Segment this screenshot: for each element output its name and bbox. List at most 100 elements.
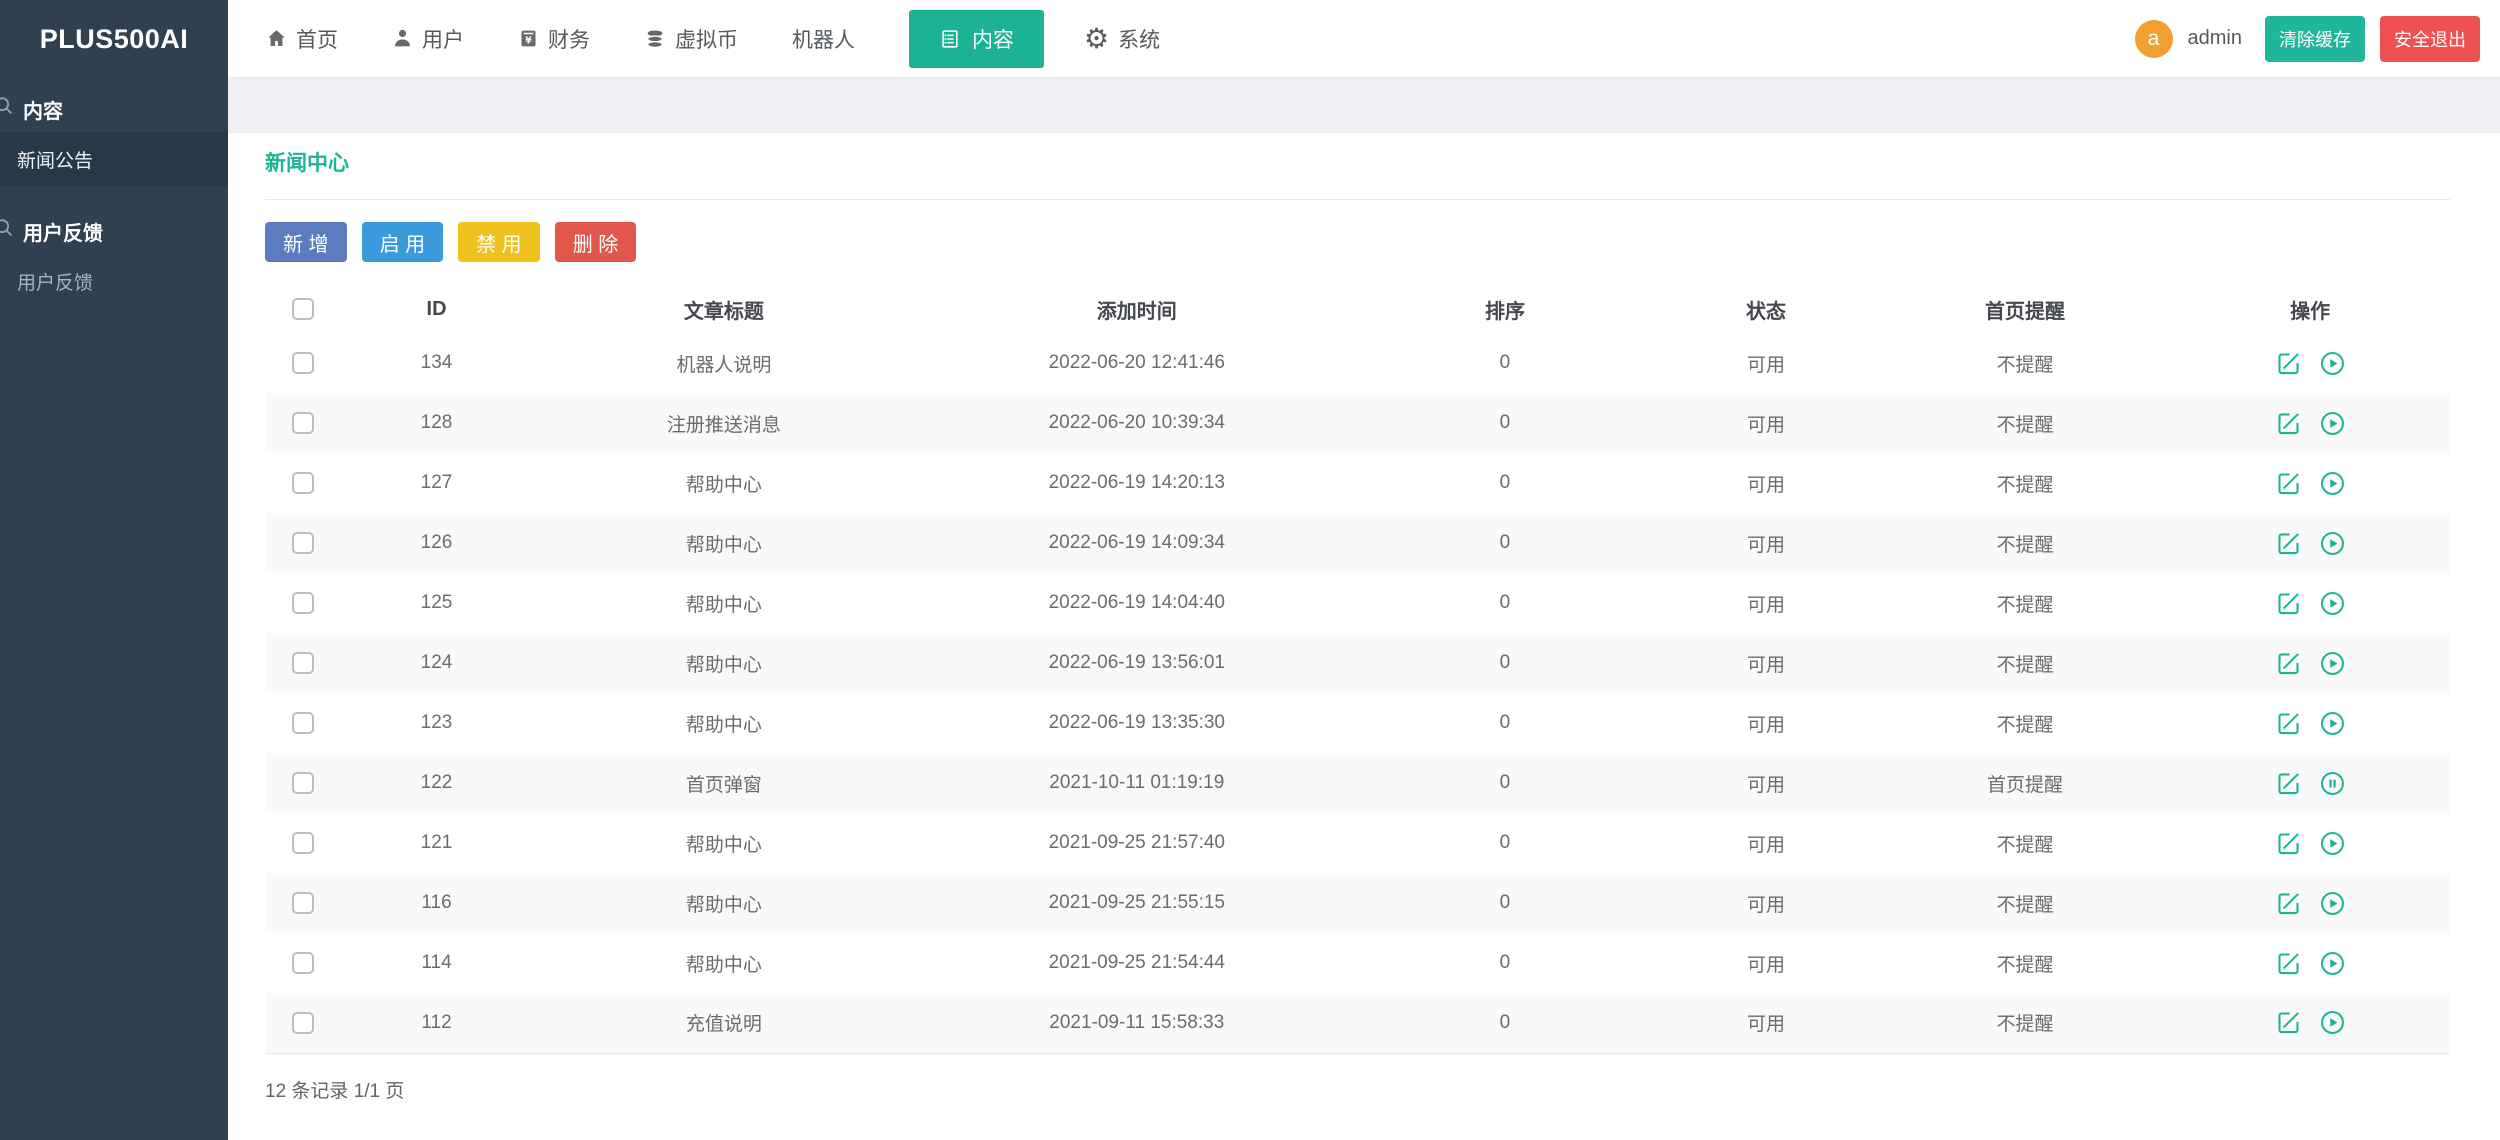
row-checkbox[interactable] [292, 952, 314, 974]
play-icon[interactable] [2319, 410, 2346, 437]
table-body: 134 机器人说明 2022-06-20 12:41:46 0 可用 不提醒 [265, 333, 2450, 1053]
play-icon[interactable] [2319, 830, 2346, 857]
row-checkbox[interactable] [292, 772, 314, 794]
edit-icon[interactable] [2275, 590, 2302, 617]
table-row: 116 帮助中心 2021-09-25 21:55:15 0 可用 不提醒 [265, 873, 2450, 933]
nav-item-home[interactable]: 首页 [266, 24, 338, 54]
cell-status: 可用 [1652, 873, 1879, 933]
play-icon[interactable] [2319, 350, 2346, 377]
content-icon [939, 28, 961, 50]
edit-icon[interactable] [2275, 470, 2302, 497]
cell-sort: 0 [1357, 693, 1652, 753]
edit-icon[interactable] [2275, 1009, 2302, 1036]
cell-id: 125 [341, 573, 531, 633]
row-checkbox[interactable] [292, 712, 314, 734]
add-button[interactable]: 新 增 [265, 222, 347, 262]
nav-item-finance[interactable]: ¥ 财务 [518, 24, 590, 54]
play-icon[interactable] [2319, 1009, 2346, 1036]
play-icon[interactable] [2319, 710, 2346, 737]
play-icon[interactable] [2319, 590, 2346, 617]
main-content: 新闻中心 新 增 启 用 禁 用 删 除 ID 文章标题 添加时间 排序 状态 … [228, 133, 2500, 1140]
enable-button[interactable]: 启 用 [362, 222, 444, 262]
sidebar-item-user-feedback[interactable]: 用户反馈 [0, 254, 228, 308]
logout-button[interactable]: 安全退出 [2380, 16, 2480, 62]
edit-icon[interactable] [2275, 710, 2302, 737]
row-checkbox[interactable] [292, 652, 314, 674]
cell-action [2170, 813, 2450, 873]
cell-title: 帮助中心 [532, 573, 917, 633]
play-icon[interactable] [2319, 890, 2346, 917]
sidebar-section-feedback[interactable]: 用户反馈 [0, 208, 228, 254]
sidebar-section-content[interactable]: 内容 [0, 86, 228, 132]
row-checkbox[interactable] [292, 832, 314, 854]
cell-action [2170, 453, 2450, 513]
sidebar-section-label: 内容 [23, 95, 63, 124]
table-row: 112 充值说明 2021-09-11 15:58:33 0 可用 不提醒 [265, 993, 2450, 1053]
cell-sort: 0 [1357, 393, 1652, 453]
cell-title: 帮助中心 [532, 873, 917, 933]
row-checkbox[interactable] [292, 1012, 314, 1034]
edit-icon[interactable] [2275, 650, 2302, 677]
cell-sort: 0 [1357, 753, 1652, 813]
sidebar-item-label: 用户反馈 [17, 268, 93, 295]
edit-icon[interactable] [2275, 950, 2302, 977]
nav-item-users[interactable]: 用户 [392, 24, 464, 54]
cell-title: 帮助中心 [532, 813, 917, 873]
play-icon[interactable] [2319, 530, 2346, 557]
topbar-user-area: a admin 清除缓存 安全退出 [2135, 16, 2480, 62]
clear-cache-button[interactable]: 清除缓存 [2265, 16, 2365, 62]
table-header-row: ID 文章标题 添加时间 排序 状态 首页提醒 操作 [265, 285, 2450, 333]
select-all-checkbox[interactable] [292, 298, 314, 320]
nav-item-label: 财务 [548, 24, 590, 54]
edit-icon[interactable] [2275, 350, 2302, 377]
row-checkbox[interactable] [292, 592, 314, 614]
column-header-status: 状态 [1652, 285, 1879, 333]
nav-item-label: 虚拟币 [675, 24, 738, 54]
cell-sort: 0 [1357, 813, 1652, 873]
column-header-sort: 排序 [1357, 285, 1652, 333]
row-checkbox[interactable] [292, 892, 314, 914]
play-icon[interactable] [2319, 950, 2346, 977]
search-icon [0, 217, 15, 245]
cell-time: 2022-06-19 14:20:13 [916, 453, 1357, 513]
nav-item-crypto[interactable]: 虚拟币 [644, 24, 738, 54]
cell-title: 帮助中心 [532, 933, 917, 993]
table-row: 124 帮助中心 2022-06-19 13:56:01 0 可用 不提醒 [265, 633, 2450, 693]
table-row: 127 帮助中心 2022-06-19 14:20:13 0 可用 不提醒 [265, 453, 2450, 513]
delete-button[interactable]: 删 除 [555, 222, 637, 262]
edit-icon[interactable] [2275, 830, 2302, 857]
coins-icon [644, 28, 666, 50]
play-icon[interactable] [2319, 470, 2346, 497]
edit-icon[interactable] [2275, 890, 2302, 917]
cell-action [2170, 513, 2450, 573]
pause-icon[interactable] [2319, 770, 2346, 797]
nav-item-content-active[interactable]: 内容 [909, 10, 1044, 68]
cell-sort: 0 [1357, 513, 1652, 573]
svg-text:¥: ¥ [525, 35, 532, 46]
disable-button[interactable]: 禁 用 [458, 222, 540, 262]
play-icon[interactable] [2319, 650, 2346, 677]
avatar[interactable]: a [2135, 20, 2173, 58]
cell-remind: 首页提醒 [1880, 753, 2171, 813]
nav-item-system[interactable]: ⚙ 系统 [1084, 24, 1160, 54]
edit-icon[interactable] [2275, 530, 2302, 557]
table-row: 123 帮助中心 2022-06-19 13:35:30 0 可用 不提醒 [265, 693, 2450, 753]
row-checkbox[interactable] [292, 412, 314, 434]
cell-title: 帮助中心 [532, 513, 917, 573]
cell-id: 124 [341, 633, 531, 693]
sidebar-item-news-announcement[interactable]: 新闻公告 [0, 132, 228, 186]
edit-icon[interactable] [2275, 770, 2302, 797]
edit-icon[interactable] [2275, 410, 2302, 437]
cell-status: 可用 [1652, 573, 1879, 633]
row-checkbox[interactable] [292, 472, 314, 494]
cell-sort: 0 [1357, 873, 1652, 933]
table-row: 125 帮助中心 2022-06-19 14:04:40 0 可用 不提醒 [265, 573, 2450, 633]
topbar: 首页 用户 ¥ 财务 虚拟币 机器人 内容 [228, 0, 2500, 78]
nav-item-label: 用户 [422, 24, 464, 54]
row-checkbox[interactable] [292, 352, 314, 374]
table-row: 114 帮助中心 2021-09-25 21:54:44 0 可用 不提醒 [265, 933, 2450, 993]
row-checkbox[interactable] [292, 532, 314, 554]
nav-item-robot[interactable]: 机器人 [792, 24, 855, 54]
cell-time: 2022-06-19 14:04:40 [916, 573, 1357, 633]
cell-time: 2022-06-20 10:39:34 [916, 393, 1357, 453]
